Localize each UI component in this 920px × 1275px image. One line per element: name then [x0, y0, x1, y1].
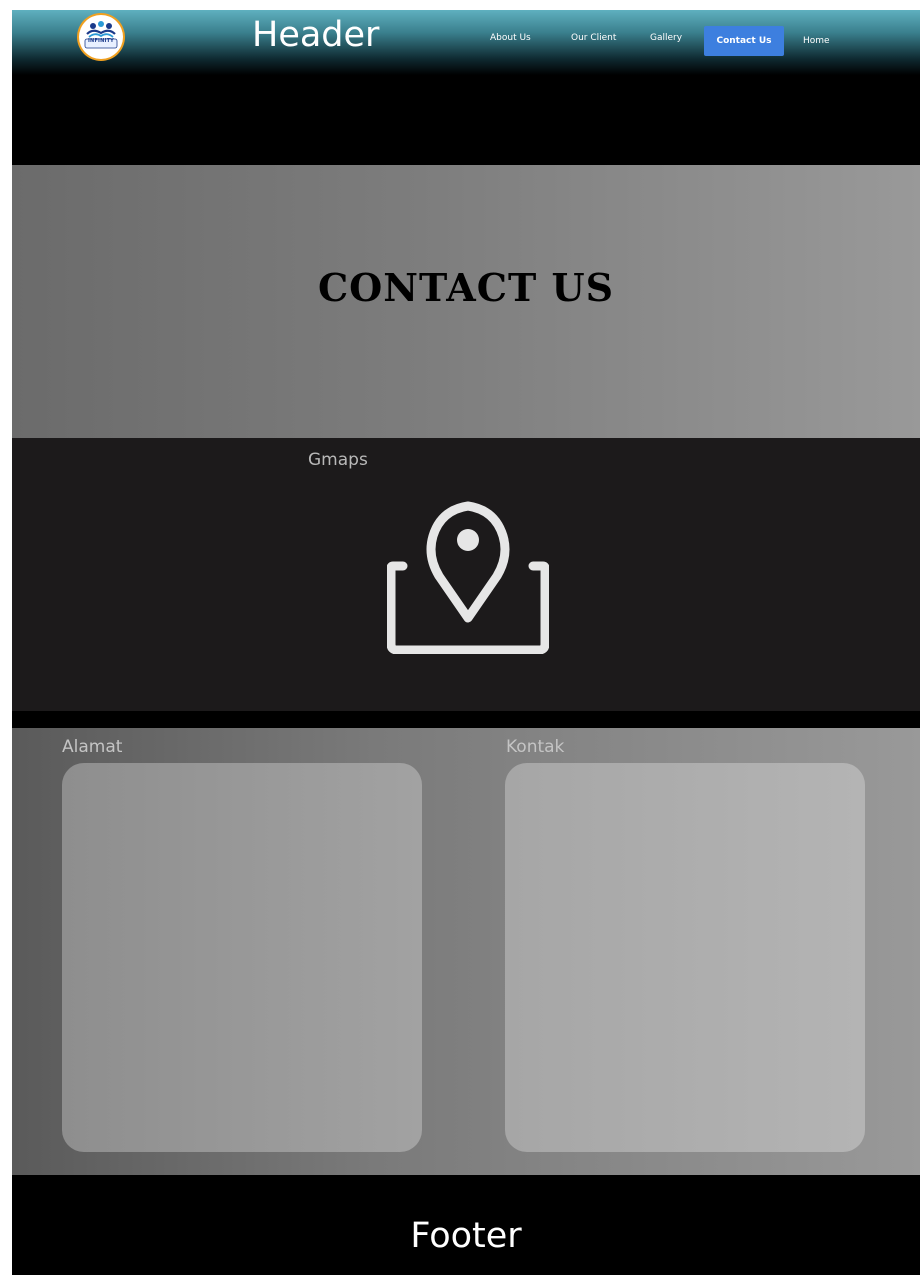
footer-text: Footer — [410, 1216, 522, 1256]
nav-about-us[interactable]: About Us — [490, 24, 531, 56]
nav-contact-us[interactable]: Contact Us — [704, 26, 784, 56]
site-footer: Footer — [12, 1175, 920, 1275]
address-label: Alamat — [62, 737, 123, 757]
header-title: Header — [252, 15, 380, 55]
address-card — [62, 763, 422, 1152]
logo-people-icon — [84, 21, 118, 49]
page: INFINITY Header About Us Our Client Gall… — [12, 10, 920, 1275]
site-header: INFINITY Header About Us Our Client Gall… — [12, 10, 920, 75]
nav-gallery[interactable]: Gallery — [650, 24, 682, 56]
nav-our-client[interactable]: Our Client — [571, 24, 616, 56]
nav-home[interactable]: Home — [803, 27, 830, 59]
map-section[interactable]: Gmaps — [12, 438, 920, 711]
hero-banner: CONTACT US — [12, 165, 920, 438]
logo[interactable]: INFINITY — [79, 15, 123, 59]
contact-label: Kontak — [506, 737, 565, 757]
contact-card — [505, 763, 865, 1152]
page-title: CONTACT US — [317, 265, 615, 310]
map-label: Gmaps — [308, 450, 368, 470]
contact-info-section: Alamat Kontak — [12, 728, 920, 1175]
logo-text: INFINITY — [88, 38, 114, 44]
map-location-pin-icon — [387, 501, 549, 654]
